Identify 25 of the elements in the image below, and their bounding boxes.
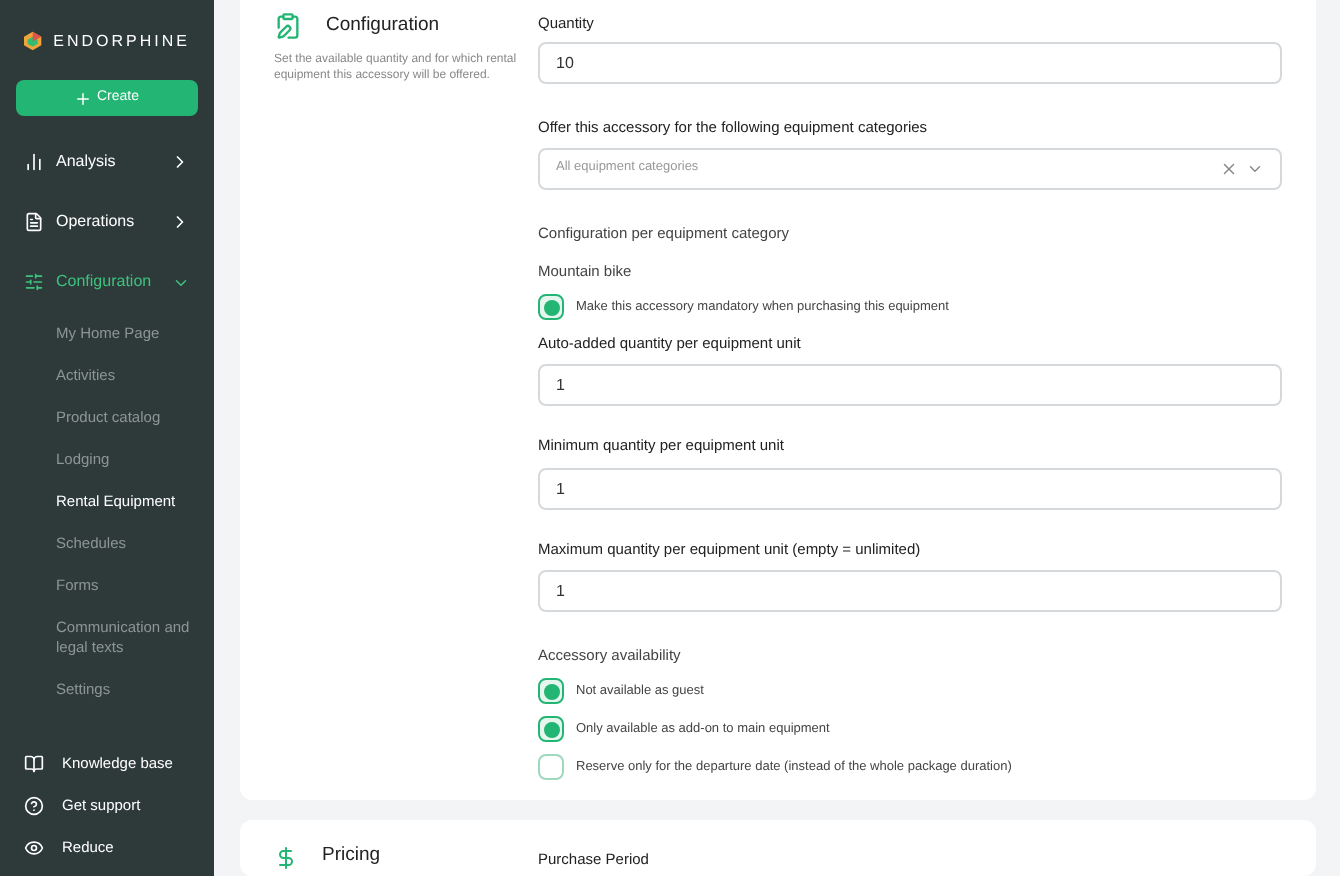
card-title: Pricing [322,842,381,870]
brand-name: ENDORPHINE [53,29,190,53]
nav-item[interactable]: Operations [0,192,214,252]
bar-chart-icon [24,152,44,172]
checkbox[interactable] [538,716,564,742]
input-field[interactable]: 1 [538,364,1282,407]
checkbox[interactable] [538,294,564,320]
document-icon [24,212,44,232]
input-field[interactable]: 10 [538,42,1282,85]
sliders-icon [24,272,44,292]
nav-item[interactable]: Analysis [0,132,214,192]
card-title: Configuration [326,12,440,40]
clear-icon [1220,159,1238,177]
nav-item[interactable]: Configuration [0,252,214,312]
eye-icon [24,837,44,857]
plus-icon [74,89,93,107]
input-field[interactable]: 1 [538,569,1282,612]
checkbox[interactable] [538,678,564,704]
help-icon [24,795,44,815]
logo-icon [24,26,42,56]
book-icon [24,753,44,773]
input-field[interactable]: 1 [538,467,1282,509]
checkbox[interactable] [538,754,564,780]
dollar-icon [274,846,298,870]
clipboard-edit-icon [274,12,302,41]
